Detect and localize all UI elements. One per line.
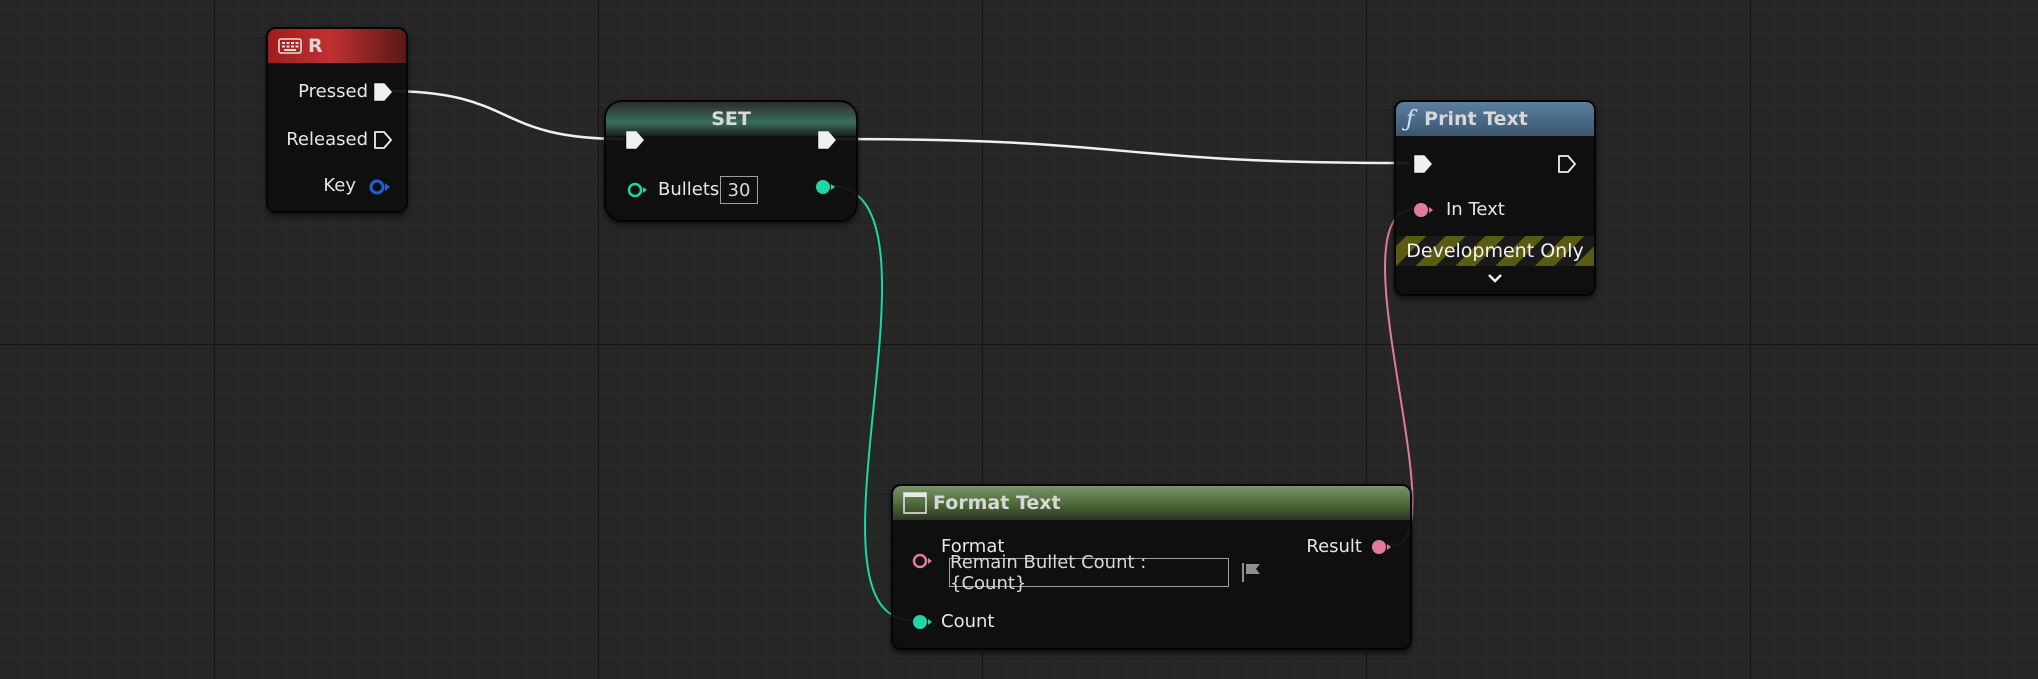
chevron-down-icon[interactable] — [1487, 272, 1503, 284]
print-text-header[interactable]: ƒ Print Text — [1396, 102, 1594, 136]
format-input-pin[interactable] — [911, 551, 935, 571]
exec-wire-set-to-print[interactable] — [835, 137, 1411, 165]
in-text-label: In Text — [1446, 199, 1505, 220]
result-label: Result — [1306, 536, 1362, 557]
print-exec-in-pin[interactable] — [1412, 153, 1434, 175]
format-text-title: Format Text — [933, 492, 1061, 514]
flag-icon[interactable] — [1239, 561, 1265, 583]
bullets-output-pin[interactable] — [814, 177, 838, 197]
bullets-label: Bullets — [658, 179, 720, 200]
bullets-value-field[interactable]: 30 — [720, 176, 758, 204]
keyboard-icon — [278, 38, 302, 54]
development-only-text: Development Only — [1406, 240, 1584, 262]
format-text-node[interactable]: Format Text Format Remain Bullet Count :… — [891, 484, 1412, 650]
key-event-node[interactable]: R Pressed Released Key — [266, 27, 408, 213]
set-variable-node[interactable]: SET Bullets 30 — [604, 100, 858, 222]
released-label: Released — [286, 129, 368, 150]
set-exec-out-pin[interactable] — [816, 129, 838, 151]
key-event-title: R — [308, 35, 323, 57]
result-output-pin[interactable] — [1370, 537, 1394, 557]
key-label: Key — [323, 175, 356, 196]
in-text-pin[interactable] — [1412, 200, 1436, 220]
set-exec-in-pin[interactable] — [624, 129, 646, 151]
print-text-title: Print Text — [1424, 108, 1528, 130]
key-event-header[interactable]: R — [268, 29, 406, 63]
print-exec-out-pin[interactable] — [1556, 153, 1578, 175]
node-icon — [903, 492, 927, 514]
print-text-node[interactable]: ƒ Print Text In Text Development Only — [1394, 100, 1596, 296]
set-node-title: SET — [711, 108, 751, 130]
pressed-exec-pin[interactable] — [372, 81, 394, 103]
format-text-header[interactable]: Format Text — [893, 486, 1410, 520]
development-only-banner: Development Only — [1396, 236, 1594, 266]
bullets-input-pin[interactable] — [626, 180, 650, 200]
key-struct-pin[interactable] — [368, 177, 392, 197]
released-exec-pin[interactable] — [372, 129, 394, 151]
exec-wire-pressed-to-set[interactable] — [385, 89, 625, 141]
count-input-pin[interactable] — [911, 612, 935, 632]
pressed-label: Pressed — [298, 81, 368, 102]
count-label: Count — [941, 611, 995, 632]
format-value-field[interactable]: Remain Bullet Count : {Count} — [949, 552, 1229, 594]
function-icon: ƒ — [1406, 106, 1415, 132]
